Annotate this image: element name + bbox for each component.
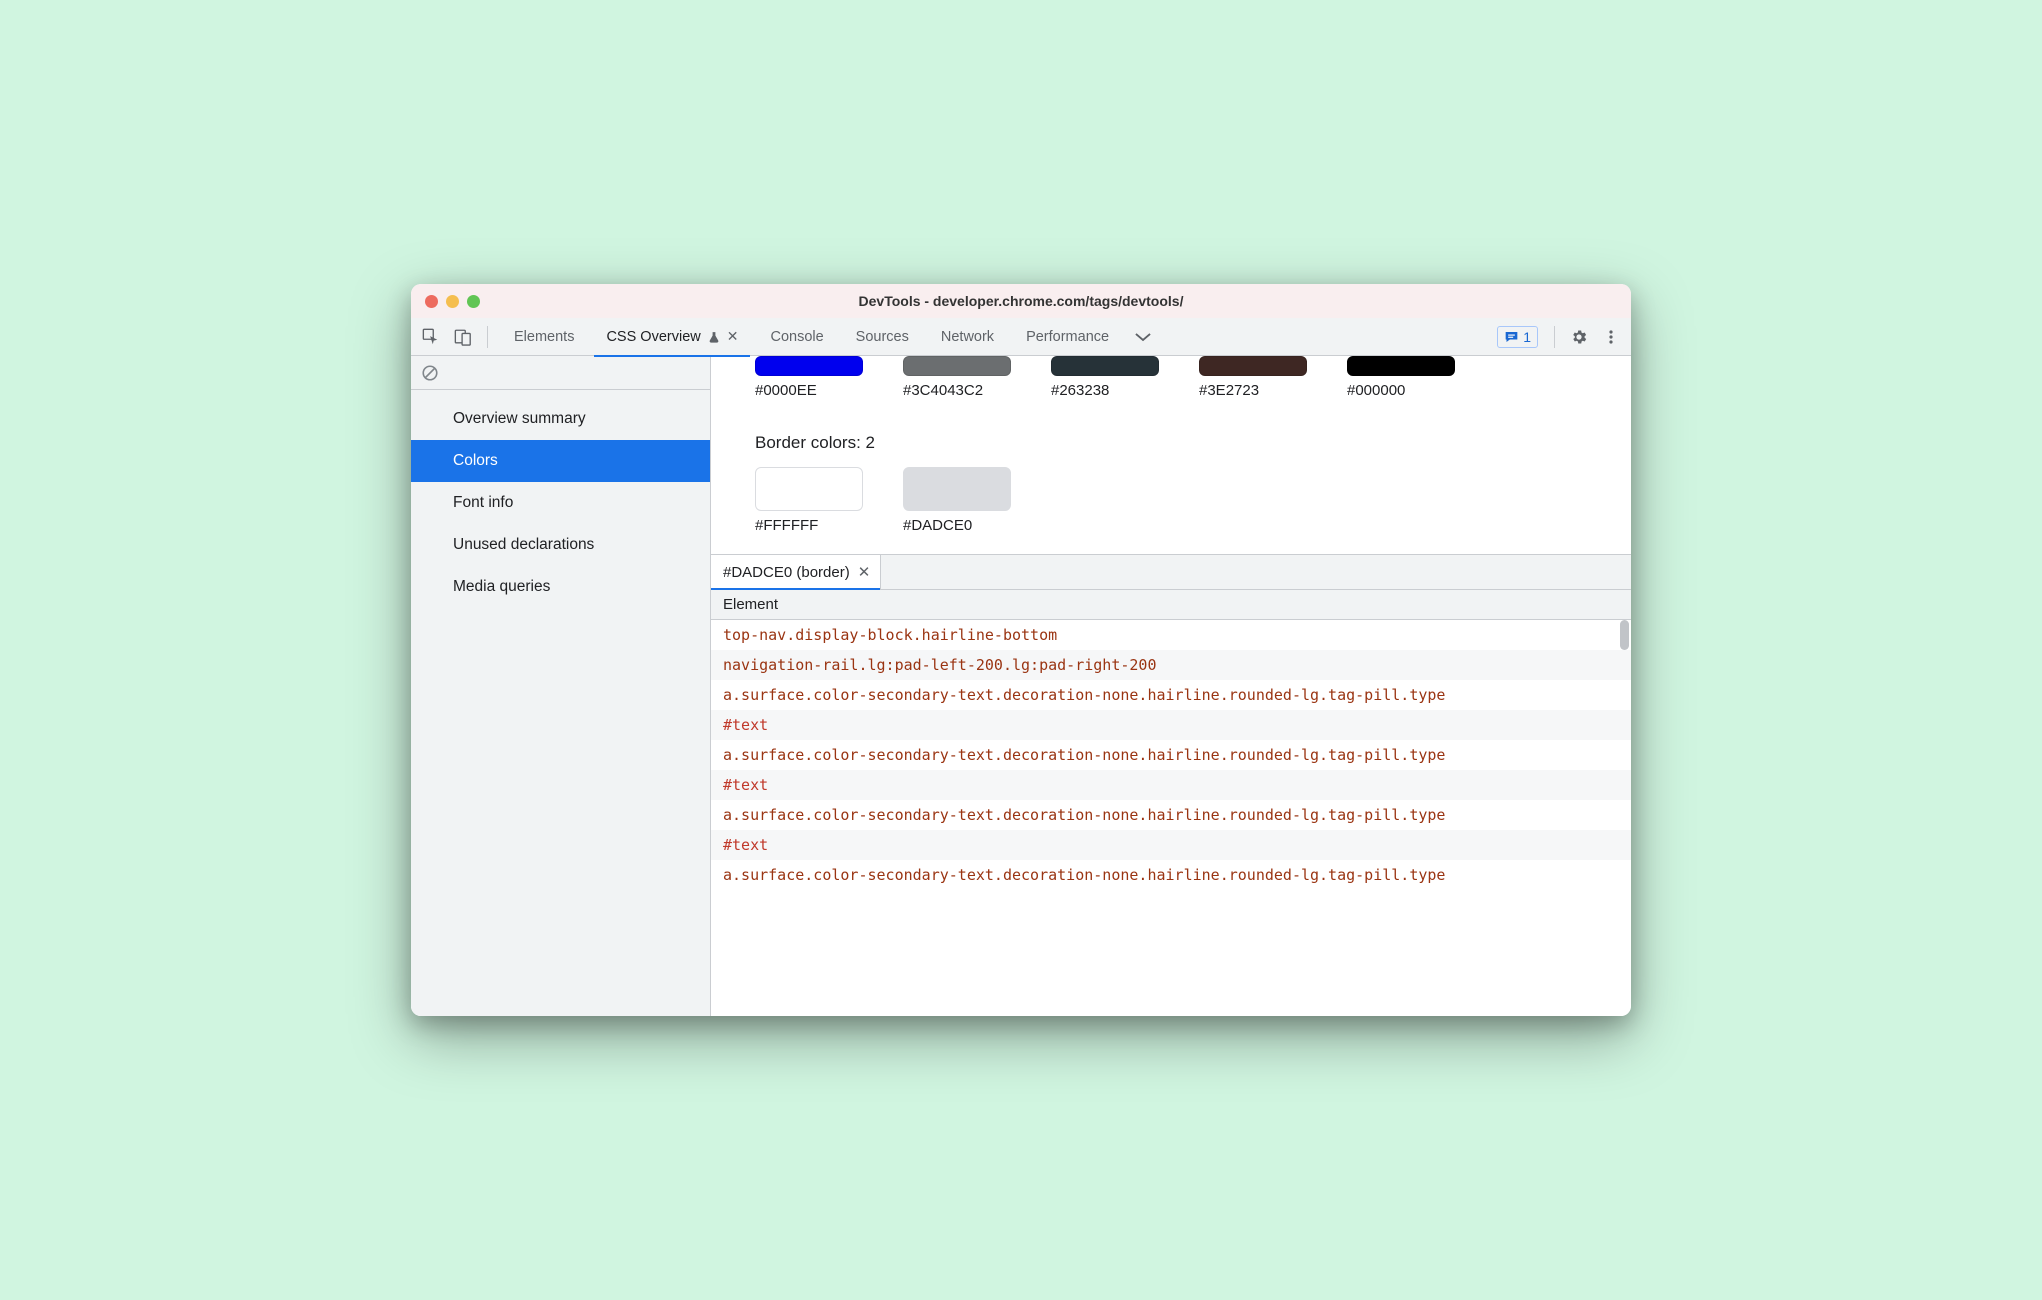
main-panel: #0000EE #3C4043C2 #263238 #3E2723: [711, 356, 1631, 1016]
inspect-element-icon[interactable]: [417, 323, 445, 351]
color-swatch[interactable]: #DADCE0: [903, 467, 1011, 534]
color-swatch[interactable]: #000000: [1347, 356, 1455, 399]
color-swatch[interactable]: #263238: [1051, 356, 1159, 399]
device-toggle-icon[interactable]: [449, 323, 477, 351]
element-row[interactable]: a.surface.color-secondary-text.decoratio…: [711, 680, 1631, 710]
zoom-window-button[interactable]: [467, 295, 480, 308]
color-swatch[interactable]: #3C4043C2: [903, 356, 1011, 399]
swatch-chip: [1199, 356, 1307, 376]
details-tab-label: #DADCE0 (border): [723, 564, 850, 581]
toolbar-separator: [487, 326, 488, 348]
tab-label: Sources: [856, 329, 909, 345]
swatch-row-border: #FFFFFF #DADCE0: [755, 467, 1631, 534]
element-selector: a.surface.color-secondary-text.decoratio…: [723, 746, 1445, 764]
tab-label: Elements: [514, 329, 574, 345]
traffic-lights: [425, 295, 480, 308]
color-swatch[interactable]: #3E2723: [1199, 356, 1307, 399]
element-row[interactable]: a.surface.color-secondary-text.decoratio…: [711, 740, 1631, 770]
tab-label: Performance: [1026, 329, 1109, 345]
swatch-row: #0000EE #3C4043C2 #263238 #3E2723: [755, 356, 1631, 399]
tab-network[interactable]: Network: [925, 318, 1010, 356]
swatch-hex: #000000: [1347, 382, 1405, 399]
swatch-hex: #FFFFFF: [755, 517, 818, 534]
element-selector: #text: [723, 776, 768, 794]
tab-sources[interactable]: Sources: [840, 318, 925, 356]
minimize-window-button[interactable]: [446, 295, 459, 308]
swatch-chip: [755, 467, 863, 511]
tab-label: Console: [770, 329, 823, 345]
message-icon: [1504, 330, 1519, 344]
element-row[interactable]: #text: [711, 770, 1631, 800]
sidebar-item-unused-declarations[interactable]: Unused declarations: [411, 524, 710, 566]
element-selector: #text: [723, 716, 768, 734]
swatch-chip: [1347, 356, 1455, 376]
tab-css-overview[interactable]: CSS Overview ✕: [590, 318, 754, 356]
toolbar-separator: [1554, 326, 1555, 348]
swatch-hex: #263238: [1051, 382, 1109, 399]
section-title-border-colors: Border colors: 2: [755, 433, 1631, 453]
element-selector: a.surface.color-secondary-text.decoratio…: [723, 686, 1445, 704]
element-row[interactable]: top-nav.display-block.hairline-bottom: [711, 620, 1631, 650]
swatch-hex: #DADCE0: [903, 517, 972, 534]
tab-console[interactable]: Console: [754, 318, 839, 356]
content-area: Overview summary Colors Font info Unused…: [411, 356, 1631, 1016]
close-icon[interactable]: ✕: [858, 563, 871, 581]
messages-count: 1: [1523, 329, 1531, 345]
element-row[interactable]: a.surface.color-secondary-text.decoratio…: [711, 860, 1631, 890]
messages-button[interactable]: 1: [1497, 326, 1538, 348]
panel-tabs: Elements CSS Overview ✕ Console Sources …: [498, 318, 1493, 356]
color-swatch[interactable]: #FFFFFF: [755, 467, 863, 534]
swatch-chip: [903, 356, 1011, 376]
swatch-chip: [755, 356, 863, 376]
toolbar: Elements CSS Overview ✕ Console Sources …: [411, 318, 1631, 356]
nav-label: Overview summary: [453, 410, 586, 427]
element-selector: a.surface.color-secondary-text.decoratio…: [723, 806, 1445, 824]
kebab-menu-icon[interactable]: [1597, 323, 1625, 351]
close-icon[interactable]: ✕: [727, 328, 739, 345]
swatch-chip: [1051, 356, 1159, 376]
window-title: DevTools - developer.chrome.com/tags/dev…: [423, 293, 1619, 309]
element-list: top-nav.display-block.hairline-bottom na…: [711, 620, 1631, 890]
element-row[interactable]: navigation-rail.lg:pad-left-200.lg:pad-r…: [711, 650, 1631, 680]
more-tabs-icon[interactable]: [1129, 323, 1157, 351]
nav-label: Colors: [453, 452, 498, 469]
scrollbar-thumb[interactable]: [1620, 620, 1629, 650]
sidebar-item-overview-summary[interactable]: Overview summary: [411, 398, 710, 440]
sidebar-nav: Overview summary Colors Font info Unused…: [411, 390, 710, 608]
details-tab[interactable]: #DADCE0 (border) ✕: [711, 555, 881, 589]
clear-icon[interactable]: [421, 364, 439, 382]
details-header: Element: [711, 589, 1631, 620]
element-selector: #text: [723, 836, 768, 854]
swatch-hex: #0000EE: [755, 382, 817, 399]
sidebar-item-colors[interactable]: Colors: [411, 440, 710, 482]
sidebar: Overview summary Colors Font info Unused…: [411, 356, 711, 1016]
element-row[interactable]: a.surface.color-secondary-text.decoratio…: [711, 800, 1631, 830]
tab-elements[interactable]: Elements: [498, 318, 590, 356]
swatch-hex: #3E2723: [1199, 382, 1259, 399]
element-row[interactable]: #text: [711, 830, 1631, 860]
colors-section: #0000EE #3C4043C2 #263238 #3E2723: [711, 356, 1631, 534]
nav-label: Media queries: [453, 578, 550, 595]
sidebar-item-media-queries[interactable]: Media queries: [411, 566, 710, 608]
details-tab-strip: #DADCE0 (border) ✕: [711, 554, 1631, 589]
devtools-window: DevTools - developer.chrome.com/tags/dev…: [411, 284, 1631, 1016]
nav-label: Font info: [453, 494, 513, 511]
swatch-hex: #3C4043C2: [903, 382, 983, 399]
tab-performance[interactable]: Performance: [1010, 318, 1125, 356]
close-window-button[interactable]: [425, 295, 438, 308]
element-selector: top-nav.display-block.hairline-bottom: [723, 626, 1057, 644]
title-bar: DevTools - developer.chrome.com/tags/dev…: [411, 284, 1631, 318]
element-selector: a.surface.color-secondary-text.decoratio…: [723, 866, 1445, 884]
sidebar-toolbar: [411, 356, 710, 390]
element-row[interactable]: #text: [711, 710, 1631, 740]
nav-label: Unused declarations: [453, 536, 594, 553]
flask-icon: [707, 330, 721, 344]
element-selector: navigation-rail.lg:pad-left-200.lg:pad-r…: [723, 656, 1156, 674]
color-swatch[interactable]: #0000EE: [755, 356, 863, 399]
settings-icon[interactable]: [1565, 323, 1593, 351]
tab-label: Network: [941, 329, 994, 345]
tab-label: CSS Overview: [606, 329, 700, 345]
swatch-chip: [903, 467, 1011, 511]
sidebar-item-font-info[interactable]: Font info: [411, 482, 710, 524]
